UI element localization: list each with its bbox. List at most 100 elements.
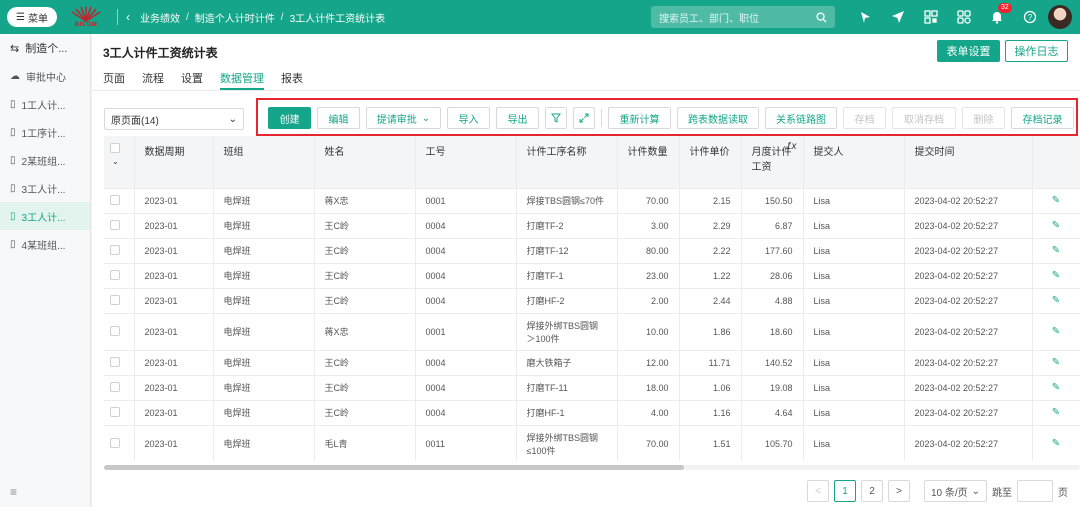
operation-log-button[interactable]: 操作日志 xyxy=(1005,40,1068,62)
row-checkbox[interactable] xyxy=(110,269,120,280)
import-button[interactable]: 导入 xyxy=(447,107,490,129)
edit-icon[interactable]: ✎ xyxy=(1052,195,1060,206)
send-icon[interactable] xyxy=(881,0,914,34)
row-checkbox[interactable] xyxy=(110,194,120,205)
edit-icon[interactable]: ✎ xyxy=(1052,270,1060,281)
breadcrumb-item[interactable]: 业务绩效 xyxy=(140,10,180,25)
column-header-submitter[interactable]: 提交人 xyxy=(803,136,905,189)
edit-icon[interactable]: ✎ xyxy=(1052,326,1060,337)
table-row[interactable]: 2023-01 电焊班 王C岭 0004 打磨HF-1 4.00 1.16 4.64 Lisa 2… xyxy=(104,400,1080,426)
row-select-cell[interactable] xyxy=(104,350,135,376)
edit-icon[interactable]: ✎ xyxy=(1052,438,1060,449)
cross-table-read-button[interactable]: 跨表数据读取 xyxy=(677,107,759,129)
tab-report[interactable]: 报表 xyxy=(281,70,303,90)
row-select-cell[interactable] xyxy=(104,238,135,264)
edit-button[interactable]: 编辑 xyxy=(317,107,360,129)
row-checkbox[interactable] xyxy=(110,294,120,305)
row-select-cell[interactable] xyxy=(104,313,135,351)
row-select-cell[interactable] xyxy=(104,425,135,461)
row-select-cell[interactable] xyxy=(104,213,135,239)
global-search-input[interactable]: 搜索员工、部门、职位 xyxy=(651,6,835,28)
expand-icon[interactable] xyxy=(573,107,595,129)
table-row[interactable]: 2023-01 电焊班 蒋X忠 0001 焊接外绑TBS圆钢＞100件 10.00 1.86… xyxy=(104,313,1080,351)
sidebar-item-approval[interactable]: ☁ 审批中心 xyxy=(0,62,90,90)
column-header-price[interactable]: 计件单价 xyxy=(679,136,742,189)
edit-icon[interactable]: ✎ xyxy=(1052,220,1060,231)
row-select-cell[interactable] xyxy=(104,288,135,314)
sidebar-item-form-active[interactable]: ▯ 3工人计... xyxy=(0,202,90,230)
prev-page-button[interactable]: < xyxy=(807,480,829,502)
edit-icon[interactable]: ✎ xyxy=(1052,407,1060,418)
column-header-submit-time[interactable]: 提交时间 xyxy=(904,136,1033,189)
export-button[interactable]: 导出 xyxy=(496,107,539,129)
view-select[interactable]: 原页面(14) ⌄ xyxy=(104,108,244,130)
help-icon[interactable]: ? xyxy=(1013,0,1046,34)
relation-graph-button[interactable]: 关系链路图 xyxy=(765,107,837,129)
table-row[interactable]: 2023-01 电焊班 王C岭 0004 打磨TF-11 18.00 1.06 19.08 Li… xyxy=(104,375,1080,401)
delete-button[interactable]: 删除 xyxy=(962,107,1005,129)
recalculate-button[interactable]: 重新计算 xyxy=(608,107,671,129)
row-checkbox[interactable] xyxy=(110,381,120,392)
search-icon[interactable] xyxy=(816,11,827,23)
sidebar-item-form[interactable]: ▯ 1工序计... xyxy=(0,118,90,146)
create-button[interactable]: 创建 xyxy=(268,107,311,129)
column-header-team[interactable]: 班组 xyxy=(213,136,315,189)
table-row[interactable]: 2023-01 电焊班 蒋X忠 0001 焊接TBS圆钢≤70件 70.00 2.15 150… xyxy=(104,188,1080,214)
row-checkbox[interactable] xyxy=(110,325,120,336)
row-checkbox[interactable] xyxy=(110,406,120,417)
unarchive-button[interactable]: 取消存档 xyxy=(892,107,956,129)
submit-approval-button[interactable]: 提请审批 ⌄ xyxy=(366,107,441,129)
row-checkbox[interactable] xyxy=(110,437,120,448)
row-select-cell[interactable] xyxy=(104,263,135,289)
table-row[interactable]: 2023-01 电焊班 王C岭 0004 打磨TF-1 23.00 1.22 28.06 Lis… xyxy=(104,263,1080,289)
sidebar-item-form[interactable]: ▯ 1工人计... xyxy=(0,90,90,118)
row-select-cell[interactable] xyxy=(104,375,135,401)
user-avatar[interactable] xyxy=(1048,5,1072,29)
archive-button[interactable]: 存档 xyxy=(843,107,886,129)
table-row[interactable]: 2023-01 电焊班 王C岭 0004 打磨HF-2 2.00 2.44 4.88 Lisa 2… xyxy=(104,288,1080,314)
row-checkbox[interactable] xyxy=(110,244,120,255)
chevron-down-icon[interactable]: ⌄ xyxy=(112,157,119,166)
row-checkbox[interactable] xyxy=(110,356,120,367)
table-row[interactable]: 2023-01 电焊班 王C岭 0004 磨大铁箱子 12.00 11.71 140.52 Li… xyxy=(104,350,1080,376)
page-button-1[interactable]: 1 xyxy=(834,480,856,502)
column-header-qty[interactable]: 计件数量 xyxy=(617,136,680,189)
tab-flow[interactable]: 流程 xyxy=(142,70,164,90)
page-button-2[interactable]: 2 xyxy=(861,480,883,502)
row-checkbox[interactable] xyxy=(110,219,120,230)
next-page-button[interactable]: > xyxy=(888,480,910,502)
apps-icon[interactable] xyxy=(947,0,980,34)
bell-icon[interactable]: 32 xyxy=(980,0,1013,34)
form-settings-button[interactable]: 表单设置 xyxy=(937,40,1000,62)
horizontal-scrollbar-thumb[interactable] xyxy=(104,465,684,470)
edit-icon[interactable]: ✎ xyxy=(1052,245,1060,256)
table-row[interactable]: 2023-01 电焊班 王C岭 0004 打磨TF-12 80.00 2.22 177.60 L… xyxy=(104,238,1080,264)
back-arrow-icon[interactable]: ‹ xyxy=(126,10,130,24)
sidebar-item-form[interactable]: ▯ 3工人计... xyxy=(0,174,90,202)
menu-button[interactable]: ☰ 菜单 xyxy=(7,7,57,27)
goto-page-input[interactable] xyxy=(1017,480,1053,502)
column-header-period[interactable]: 数据周期 xyxy=(134,136,214,189)
sidebar-item-form[interactable]: ▯ 4某班组... xyxy=(0,230,90,258)
column-header-process[interactable]: 计件工序名称 xyxy=(516,136,618,189)
sidebar-item-form[interactable]: ▯ 2某班组... xyxy=(0,146,90,174)
collapse-sidebar-icon[interactable]: ≡ xyxy=(10,485,17,499)
edit-icon[interactable]: ✎ xyxy=(1052,382,1060,393)
edit-icon[interactable]: ✎ xyxy=(1052,357,1060,368)
column-header-worker-id[interactable]: 工号 xyxy=(415,136,517,189)
archive-log-button[interactable]: 存档记录 xyxy=(1011,107,1074,129)
filter-icon[interactable] xyxy=(545,107,567,129)
row-select-cell[interactable] xyxy=(104,188,135,214)
edit-icon[interactable]: ✎ xyxy=(1052,295,1060,306)
qrcode-icon[interactable] xyxy=(914,0,947,34)
page-size-select[interactable]: 10 条/页 ⌄ xyxy=(924,480,987,502)
select-all-checkbox[interactable] xyxy=(110,143,120,153)
table-row[interactable]: 2023-01 电焊班 毛L青 0011 焊接外绑TBS圆钢≤100件 70.00 1.51… xyxy=(104,425,1080,461)
column-header-name[interactable]: 姓名 xyxy=(314,136,416,189)
select-all-header[interactable]: ⌄ xyxy=(104,136,135,189)
column-header-wage[interactable]: 月度计件工资 ƒx xyxy=(741,136,804,189)
tab-data-management[interactable]: 数据管理 xyxy=(220,70,264,90)
breadcrumb-item[interactable]: 制造个人计时计件 xyxy=(195,10,275,25)
tab-page[interactable]: 页面 xyxy=(103,70,125,90)
row-select-cell[interactable] xyxy=(104,400,135,426)
